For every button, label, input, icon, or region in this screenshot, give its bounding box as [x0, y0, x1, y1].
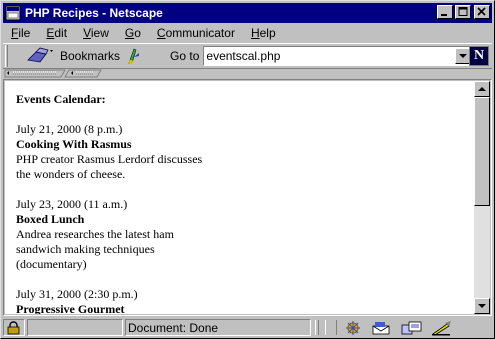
maximize-button[interactable] — [455, 5, 471, 19]
status-bar: Document: Done — [3, 318, 492, 337]
menu-view[interactable]: View — [75, 26, 117, 40]
netscape-logo[interactable]: N — [469, 46, 489, 66]
bookmarks-icon — [27, 47, 53, 63]
arrow-up-icon — [478, 87, 486, 91]
event-description-line: sandwich making techniques — [16, 242, 155, 256]
status-message-area: Document: Done — [125, 319, 311, 336]
menu-help-rest: elp — [259, 26, 276, 40]
close-icon — [477, 7, 486, 16]
collapsed-toolbar-tabs — [3, 69, 492, 78]
event-item: July 31, 2000 (2:30 p.m.) Progressive Go… — [16, 287, 474, 314]
event-date: July 21, 2000 (8 p.m.) — [16, 122, 123, 136]
vertical-scrollbar[interactable] — [474, 81, 490, 314]
browser-window: PHP Recipes - Netscape File Edit View Go… — [0, 0, 495, 339]
scroll-down-button[interactable] — [474, 298, 490, 314]
location-toolbar: Bookmarks Go to eventscal.php N — [3, 43, 492, 69]
menu-communicator-key: C — [156, 26, 166, 40]
scroll-thumb[interactable] — [474, 97, 490, 206]
event-description-line: Andrea researches the latest ham — [16, 227, 174, 241]
chevron-down-icon — [459, 53, 468, 58]
title-bar[interactable]: PHP Recipes - Netscape — [3, 3, 492, 23]
component-bar — [315, 320, 453, 336]
menu-bar: File Edit View Go Communicator Help — [3, 24, 492, 42]
event-title: Cooking With Rasmus — [16, 137, 132, 151]
window-title: PHP Recipes - Netscape — [25, 6, 163, 20]
menu-go-key: G — [124, 26, 135, 40]
component-bar-grip[interactable] — [315, 320, 319, 335]
page-content: Events Calendar: July 21, 2000 (8 p.m.) … — [5, 81, 474, 314]
event-item: July 21, 2000 (8 p.m.) Cooking With Rasm… — [16, 122, 474, 182]
toolbar-grip[interactable] — [5, 45, 8, 67]
event-date: July 31, 2000 (2:30 p.m.) — [16, 287, 138, 301]
maximize-icon — [458, 7, 468, 16]
page-heading: Events Calendar: — [16, 92, 106, 106]
netscape-app-icon[interactable] — [5, 5, 21, 21]
bookmarks-button[interactable]: Bookmarks — [26, 45, 120, 67]
security-lock-button[interactable] — [3, 319, 25, 336]
menu-file[interactable]: File — [3, 26, 38, 40]
menu-view-key: V — [83, 26, 91, 40]
collapsed-toolbar-tab-icon[interactable] — [3, 69, 103, 78]
arrow-down-icon — [478, 304, 486, 308]
page-proxy-icon[interactable] — [126, 47, 142, 65]
event-description-line: the wonders of cheese. — [16, 167, 126, 181]
menu-help-key: H — [250, 26, 260, 40]
event-item: July 23, 2000 (11 a.m.) Boxed Lunch Andr… — [16, 197, 474, 272]
composer-icon[interactable] — [431, 320, 453, 336]
url-text[interactable]: eventscal.php — [204, 49, 455, 63]
menu-go[interactable]: Go — [117, 26, 149, 40]
minimize-icon — [441, 14, 447, 16]
event-description-line: (documentary) — [16, 257, 87, 271]
event-description-line: PHP creator Rasmus Lerdorf discusses — [16, 152, 203, 166]
menu-file-rest: ile — [18, 26, 31, 40]
menu-go-rest: o — [134, 26, 141, 40]
menu-edit[interactable]: Edit — [38, 26, 75, 40]
bookmarks-label: Bookmarks — [60, 49, 121, 63]
status-text: Document: Done — [128, 320, 219, 335]
content-frame: Events Calendar: July 21, 2000 (8 p.m.) … — [3, 79, 492, 316]
event-title: Progressive Gourmet — [16, 302, 125, 314]
event-title: Boxed Lunch — [16, 212, 85, 226]
menu-communicator-rest: ommunicator — [165, 26, 235, 40]
menu-view-rest: iew — [90, 26, 109, 40]
menu-help[interactable]: Help — [243, 26, 284, 40]
component-bar-divider — [325, 320, 337, 335]
goto-label: Go to — [170, 49, 200, 63]
progress-bar — [27, 319, 123, 336]
newsgroups-icon[interactable] — [401, 320, 423, 336]
close-button[interactable] — [474, 5, 490, 19]
scroll-up-button[interactable] — [474, 81, 490, 97]
event-date: July 23, 2000 (11 a.m.) — [16, 197, 128, 211]
minimize-button[interactable] — [437, 5, 453, 19]
lock-icon — [7, 320, 20, 334]
menu-communicator[interactable]: Communicator — [149, 26, 243, 40]
menu-edit-rest: dit — [54, 26, 68, 40]
mail-icon[interactable] — [371, 320, 393, 336]
navigator-icon[interactable] — [343, 320, 363, 336]
location-field[interactable]: eventscal.php — [203, 46, 474, 66]
